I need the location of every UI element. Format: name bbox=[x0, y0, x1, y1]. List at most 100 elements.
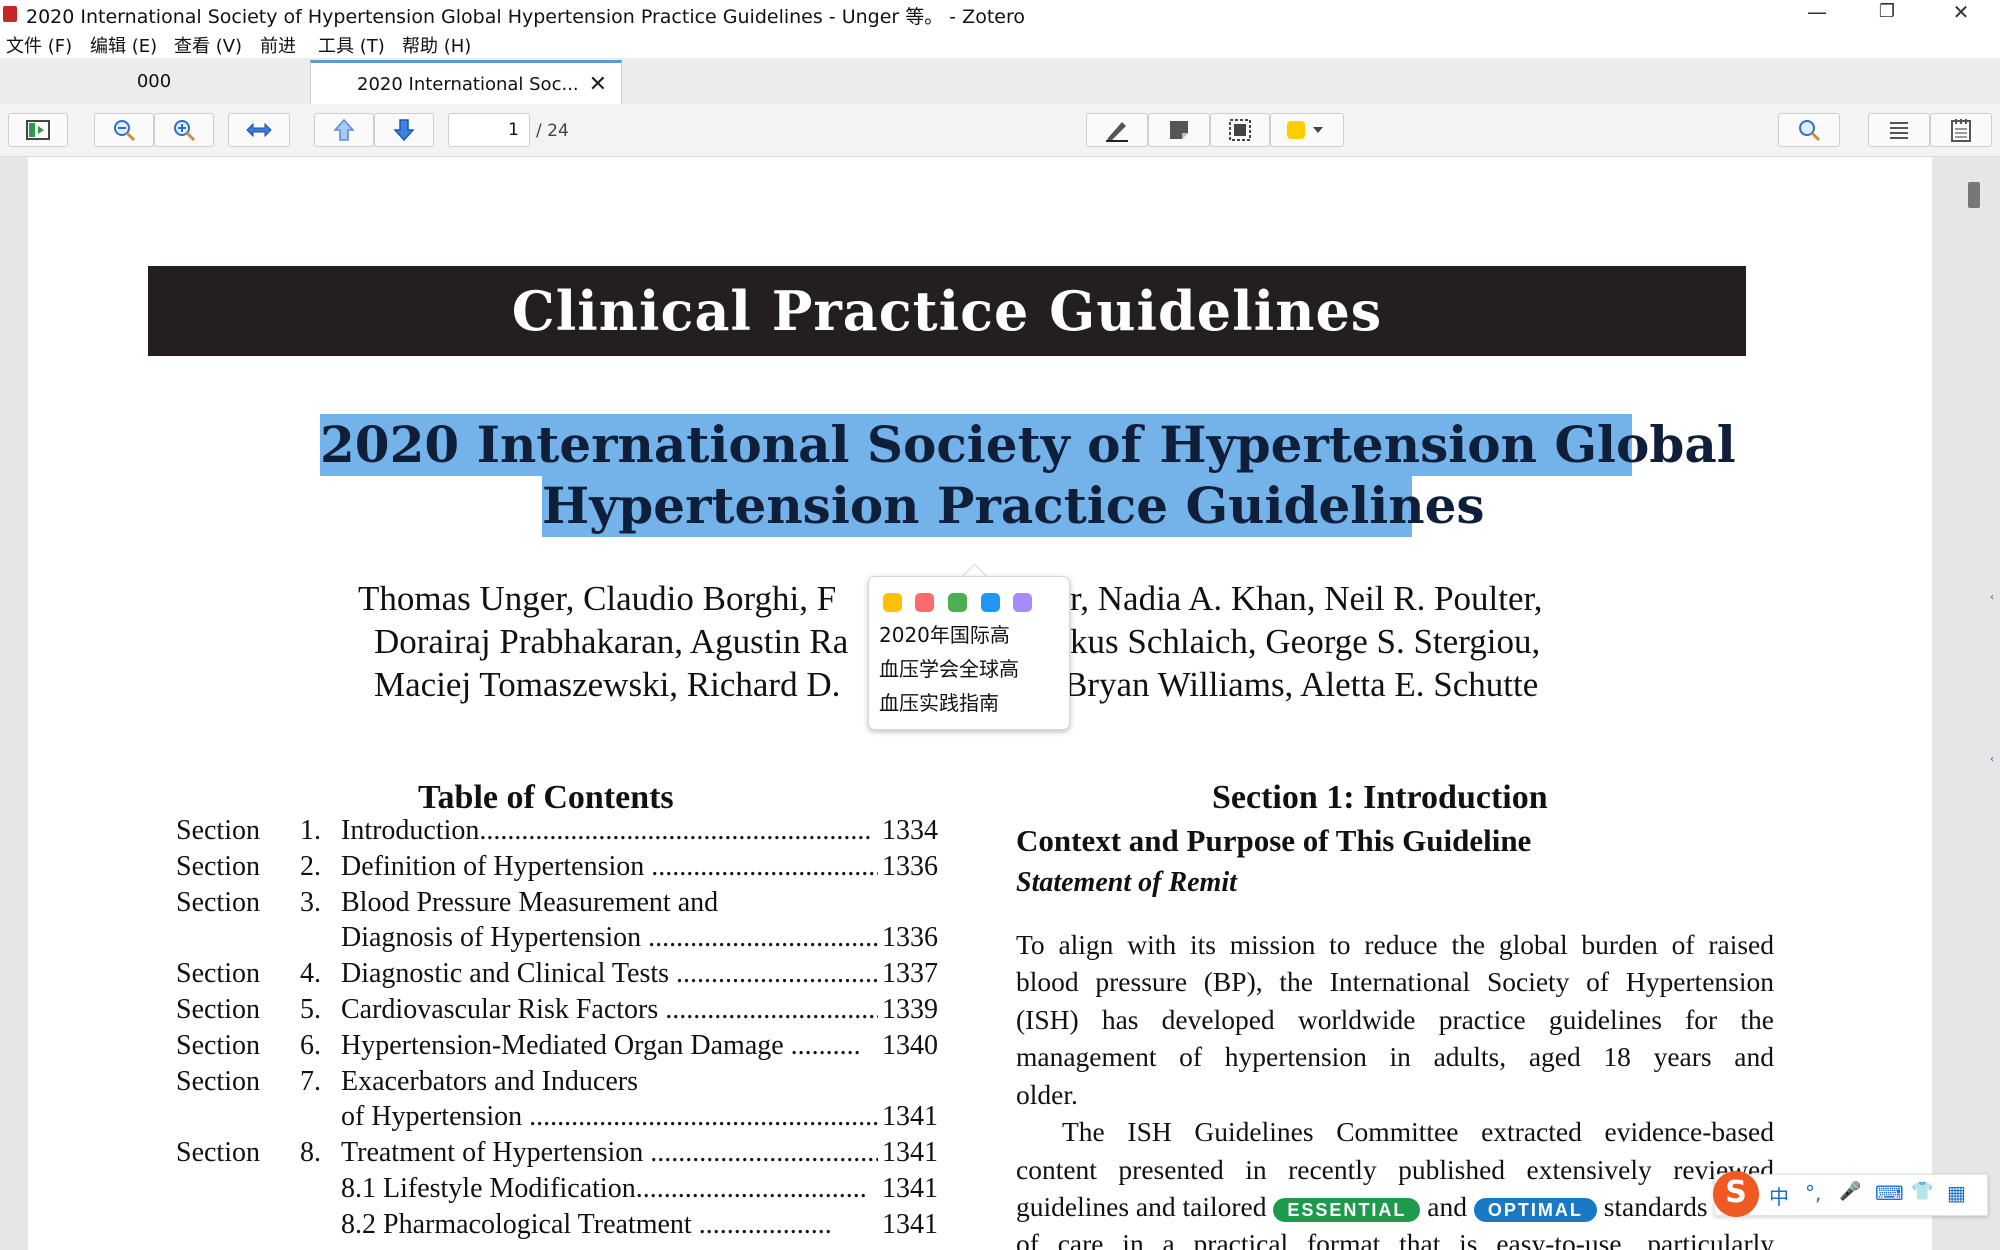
ime-punctuation-icon[interactable]: °, bbox=[1805, 1181, 1821, 1205]
toc-page-number: 1336 bbox=[878, 922, 938, 955]
toc-section-label: Section bbox=[176, 850, 260, 882]
toggle-sidebar-button[interactable] bbox=[8, 113, 68, 147]
body-and: and bbox=[1427, 1191, 1467, 1222]
arrow-up-icon bbox=[333, 118, 355, 141]
title-bar: 2020 International Society of Hypertensi… bbox=[0, 0, 2000, 28]
tab-bar: 000 2020 International Soc... ✕ bbox=[0, 58, 2000, 105]
color-red-button[interactable] bbox=[915, 593, 934, 612]
search-icon bbox=[1799, 120, 1821, 142]
body-standards: standards bbox=[1603, 1191, 1708, 1222]
color-purple-button[interactable] bbox=[1013, 593, 1032, 612]
optimal-badge: OPTIMAL bbox=[1473, 1197, 1597, 1222]
toc-number: 7. bbox=[300, 1065, 321, 1097]
keyboard-icon[interactable]: ⌨ bbox=[1875, 1181, 1904, 1205]
toc-number: 5. bbox=[300, 994, 321, 1025]
toc-number: 8. bbox=[300, 1137, 321, 1169]
zoom-out-icon bbox=[114, 120, 136, 142]
toc-title: Diagnostic and Clinical Tests ..........… bbox=[341, 958, 880, 990]
translation-line-3: 血压实践指南 bbox=[879, 691, 999, 715]
toc-page-number: 1340 bbox=[878, 1029, 938, 1062]
toc-title: Cardiovascular Risk Factors ............… bbox=[341, 994, 883, 1025]
page-total: / 24 bbox=[536, 121, 569, 141]
side-marker-1: ‹ bbox=[1990, 592, 1994, 603]
zoom-in-icon bbox=[174, 120, 196, 142]
toc-title: of Hypertension ........................… bbox=[341, 1101, 887, 1133]
color-picker-button[interactable] bbox=[1270, 113, 1344, 147]
body-line-2: blood pressure (BP), the International S… bbox=[1016, 966, 1774, 997]
authors-line-1b: r, Nadia A. Khan, Neil R. Poulter, bbox=[1070, 579, 1543, 618]
menu-go[interactable]: 前进 bbox=[260, 32, 296, 58]
notes-pane-button[interactable] bbox=[1930, 113, 1992, 147]
toc-title: Definition of Hypertension .............… bbox=[341, 850, 890, 882]
toc-number: 6. bbox=[300, 1029, 321, 1061]
toc-page-number: 1341 bbox=[878, 1137, 938, 1170]
zoom-in-button[interactable] bbox=[154, 113, 214, 147]
fit-width-button[interactable] bbox=[228, 113, 290, 147]
toc-section-label: Section bbox=[176, 886, 260, 918]
toc-page-number: 1334 bbox=[878, 815, 938, 847]
toc-number: 2. bbox=[300, 850, 321, 882]
highlight-tool-button[interactable] bbox=[1086, 113, 1148, 147]
toc-page-number: 1341 bbox=[878, 1173, 938, 1205]
document-title-line-1[interactable]: 2020 International Society of Hypertensi… bbox=[320, 414, 1736, 476]
close-window-button[interactable]: ✕ bbox=[1926, 0, 1996, 28]
toc-number: 4. bbox=[300, 958, 321, 990]
color-yellow-button[interactable] bbox=[883, 593, 902, 612]
toc-page-number: 1339 bbox=[878, 994, 938, 1026]
toc-title: Hypertension-Mediated Organ Damage .....… bbox=[341, 1029, 861, 1061]
toggle-context-pane-button[interactable] bbox=[1868, 113, 1930, 147]
toc-title: Diagnosis of Hypertension ..............… bbox=[341, 922, 894, 954]
body-line-7: content presented in recently published … bbox=[1016, 1154, 1774, 1185]
page-number-input[interactable]: 1 bbox=[448, 113, 530, 147]
menu-view[interactable]: 查看 (V) bbox=[174, 32, 242, 58]
tab-library[interactable]: 000 bbox=[0, 60, 308, 104]
scrollbar-thumb[interactable] bbox=[1968, 182, 1980, 208]
toc-page-number: 1337 bbox=[878, 958, 938, 991]
body-line-5: older. bbox=[1016, 1079, 1078, 1110]
body-line-9: of care in a practical format that is ea… bbox=[1016, 1228, 1774, 1250]
minimize-button[interactable]: — bbox=[1782, 0, 1852, 28]
document-title-line-2[interactable]: Hypertension Practice Guidelines bbox=[542, 475, 1485, 537]
toc-title: Exacerbators and Inducers bbox=[341, 1065, 638, 1097]
restore-button[interactable]: ❐ bbox=[1852, 0, 1922, 28]
color-blue-button[interactable] bbox=[981, 593, 1000, 612]
menu-help[interactable]: 帮助 (H) bbox=[402, 32, 471, 58]
color-green-button[interactable] bbox=[948, 593, 967, 612]
body-line-3: (ISH) has developed worldwide practice g… bbox=[1016, 1004, 1774, 1035]
pdf-viewer[interactable]: Clinical Practice Guidelines 2020 Intern… bbox=[0, 157, 2000, 1250]
microphone-icon[interactable]: 🎤 bbox=[1839, 1181, 1861, 1202]
toc-page-number: 1341 bbox=[878, 1208, 938, 1241]
toc-number: 1. bbox=[300, 815, 321, 846]
toolbox-icon[interactable]: ▦ bbox=[1947, 1181, 1966, 1205]
area-tool-button[interactable] bbox=[1210, 113, 1270, 147]
note-tool-button[interactable] bbox=[1148, 113, 1210, 147]
menu-file[interactable]: 文件 (F) bbox=[6, 32, 72, 58]
toc-section-label: Section bbox=[176, 958, 260, 990]
menu-bar: 文件 (F) 编辑 (E) 查看 (V) 前进 工具 (T) 帮助 (H) bbox=[0, 28, 2000, 58]
toc-title: Treatment of Hypertension ..............… bbox=[341, 1137, 896, 1169]
zoom-out-button[interactable] bbox=[94, 113, 154, 147]
next-page-button[interactable] bbox=[374, 113, 434, 147]
arrow-down-icon bbox=[393, 119, 415, 142]
search-button[interactable] bbox=[1778, 113, 1840, 147]
sogou-logo-icon[interactable]: S bbox=[1713, 1171, 1759, 1217]
authors-line-1a: Thomas Unger, Claudio Borghi, F bbox=[358, 579, 837, 618]
fit-width-icon bbox=[246, 122, 272, 138]
authors-line-2b: kus Schlaich, George S. Stergiou, bbox=[1070, 622, 1541, 661]
previous-page-button[interactable] bbox=[314, 113, 374, 147]
menu-edit[interactable]: 编辑 (E) bbox=[90, 32, 157, 58]
authors-line-3a: Maciej Tomaszewski, Richard D. bbox=[374, 665, 841, 704]
ime-chinese-mode[interactable]: 中 bbox=[1769, 1181, 1789, 1210]
toc-title: Blood Pressure Measurement and bbox=[341, 886, 719, 918]
sub-heading: Context and Purpose of This Guideline bbox=[1016, 823, 1532, 858]
body-line-8: guidelines and tailored ESSENTIAL and OP… bbox=[1016, 1191, 1774, 1223]
guidelines-banner: Clinical Practice Guidelines bbox=[148, 266, 1746, 356]
notepad-icon bbox=[1951, 119, 1971, 142]
toc-section-label: Section bbox=[176, 1065, 260, 1097]
menu-tools[interactable]: 工具 (T) bbox=[318, 32, 385, 58]
toc-title: 8.1 Lifestyle Modification..............… bbox=[341, 1173, 867, 1204]
tab-close-icon[interactable]: ✕ bbox=[589, 63, 607, 107]
toc-page-number: 1336 bbox=[878, 850, 938, 883]
skin-icon[interactable]: 👕 bbox=[1911, 1181, 1933, 1202]
tab-document[interactable]: 2020 International Soc... ✕ bbox=[310, 60, 622, 104]
